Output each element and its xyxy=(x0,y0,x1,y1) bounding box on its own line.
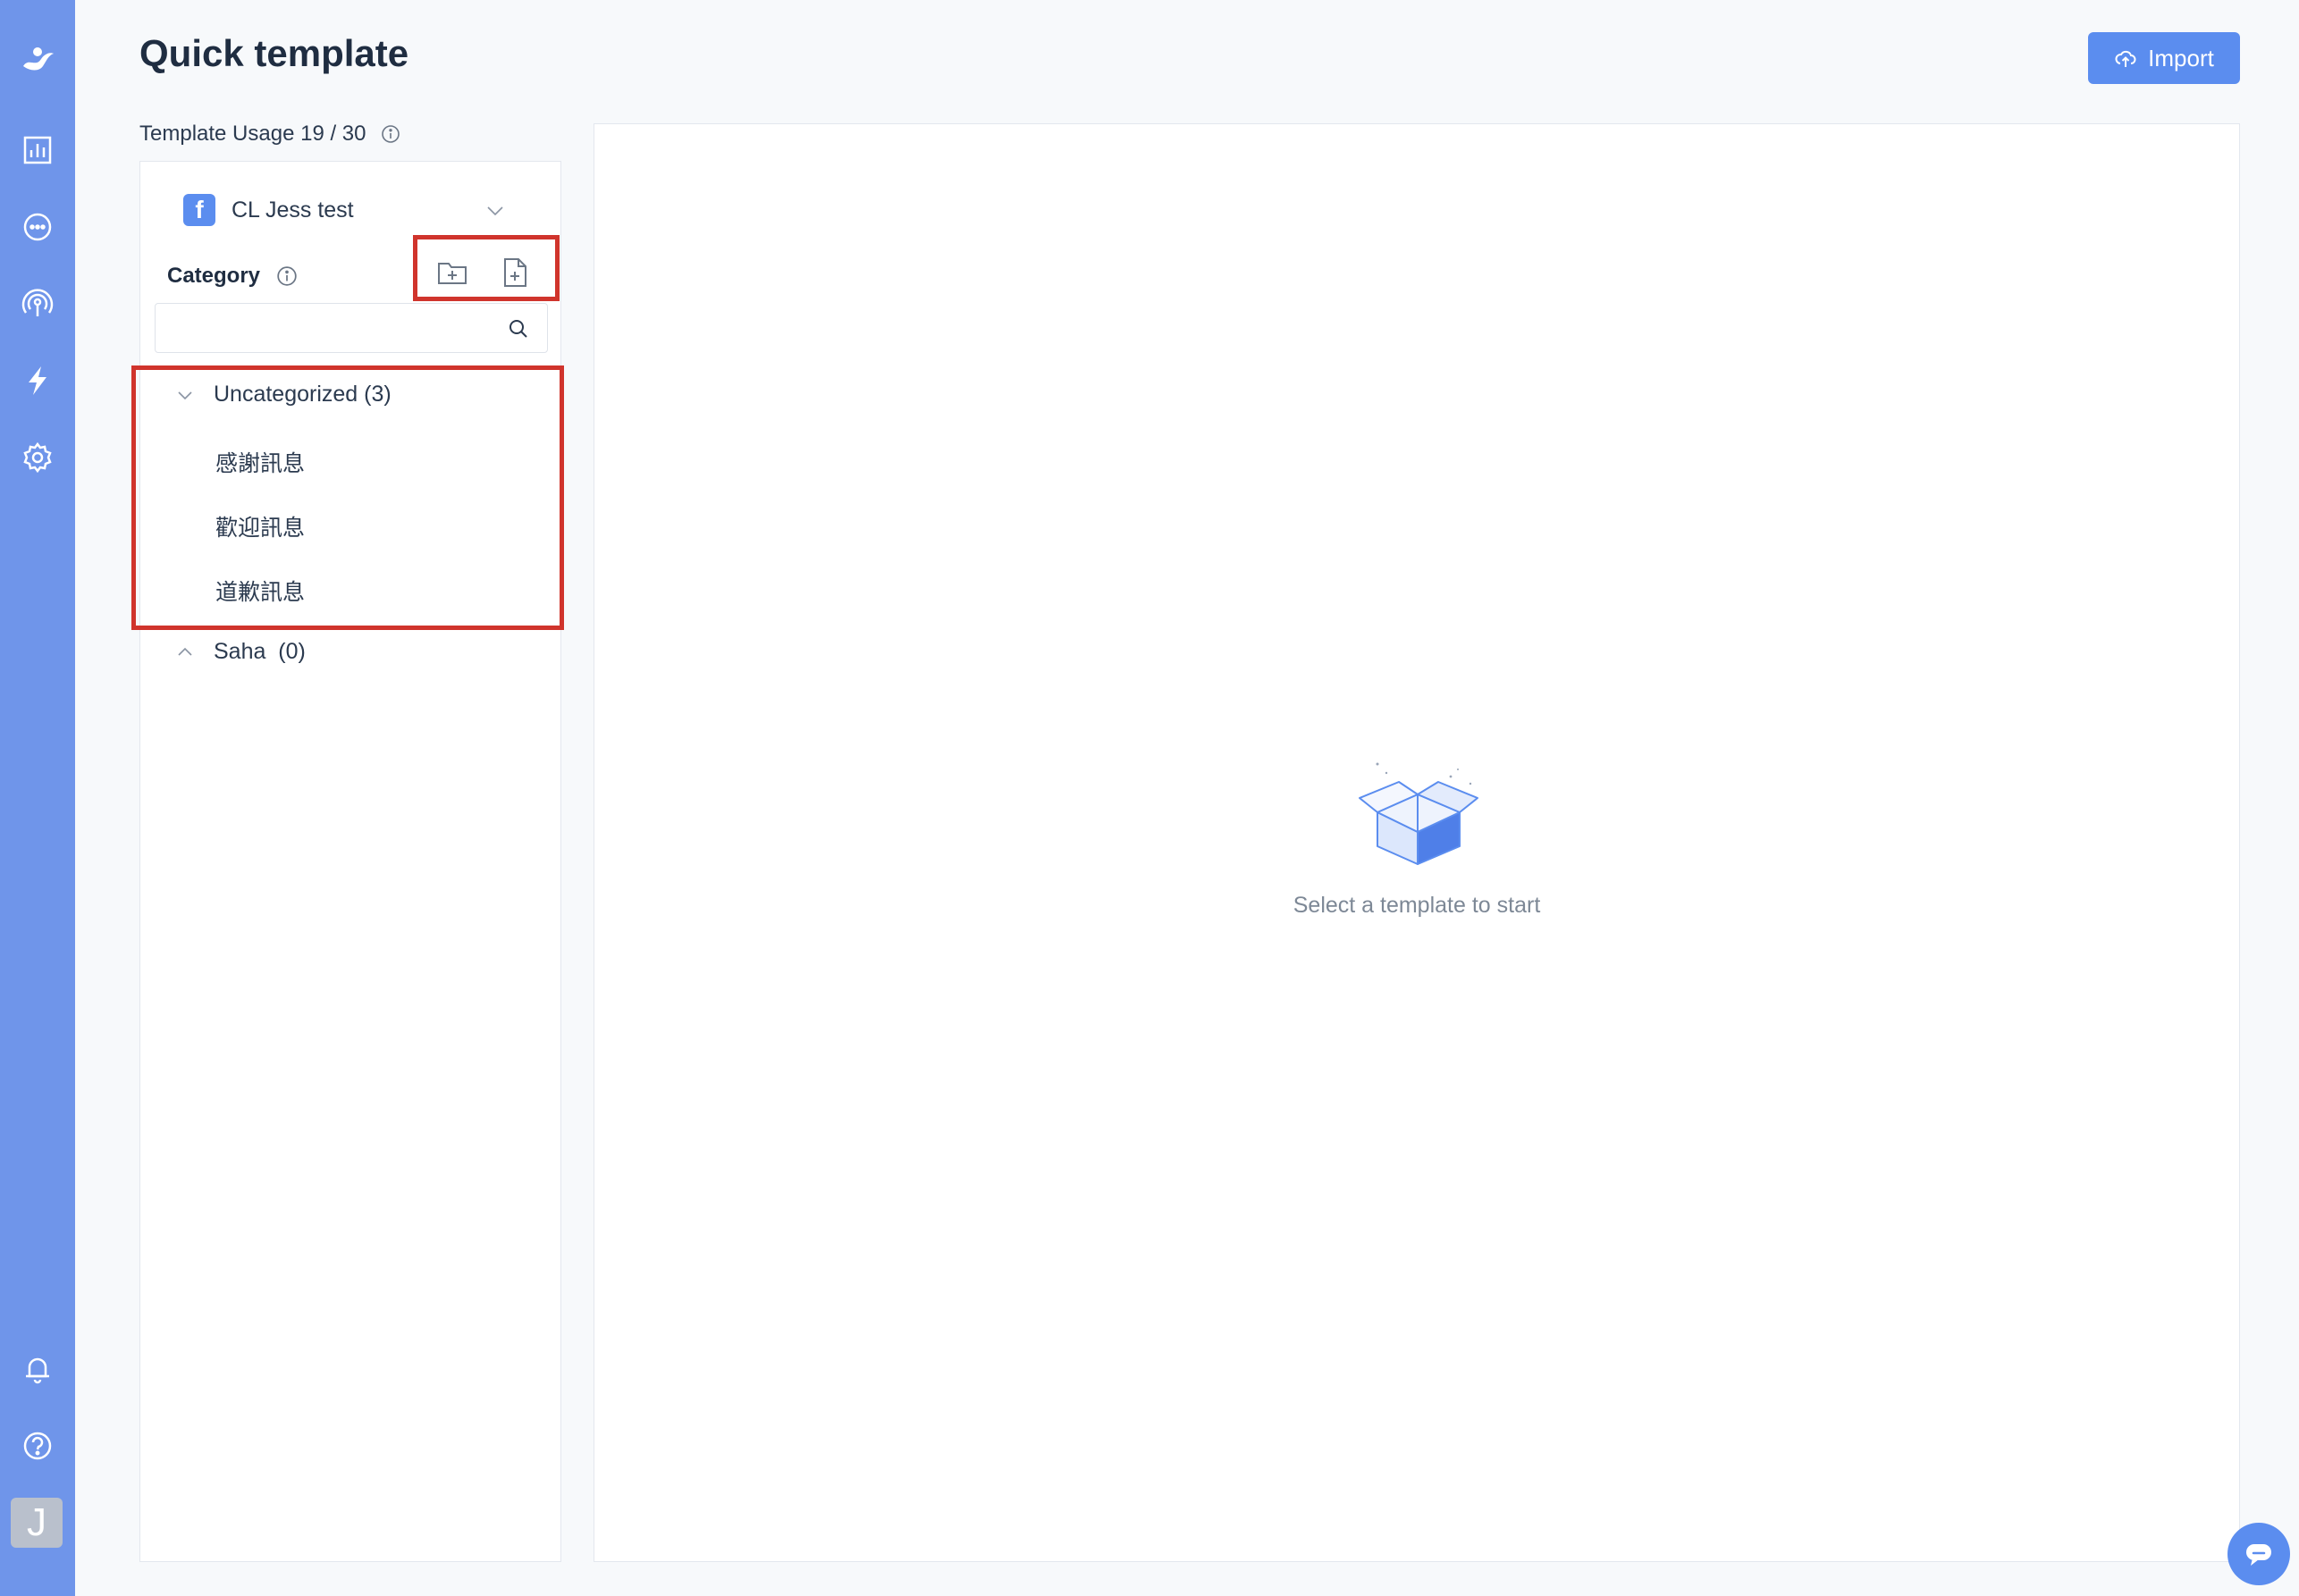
facebook-icon: f xyxy=(183,194,215,226)
highlight-box-actions xyxy=(413,235,560,301)
info-icon[interactable] xyxy=(276,265,298,287)
left-nav: J xyxy=(0,0,75,1596)
import-button[interactable]: Import xyxy=(2088,32,2240,84)
cloud-upload-icon xyxy=(2115,50,2136,67)
avatar[interactable]: J xyxy=(11,1498,63,1548)
search-input[interactable] xyxy=(164,311,495,345)
template-item[interactable]: 道歉訊息 xyxy=(215,575,305,607)
analytics-icon[interactable] xyxy=(20,132,55,168)
logo-icon[interactable] xyxy=(20,41,55,77)
group-saha[interactable]: Saha (0) xyxy=(176,639,306,665)
category-panel: f CL Jess test Category Uncategorized (3… xyxy=(131,161,564,1562)
chevron-down-icon xyxy=(487,206,503,216)
group-uncategorized[interactable]: Uncategorized (3) xyxy=(176,382,392,407)
chevron-up-icon xyxy=(178,647,192,656)
help-icon[interactable] xyxy=(20,1428,55,1464)
chevron-down-icon xyxy=(178,391,192,399)
page-title: Quick template xyxy=(139,32,409,74)
template-item[interactable]: 感謝訊息 xyxy=(215,446,305,478)
category-label: Category xyxy=(167,264,261,288)
chat-widget-button[interactable] xyxy=(2227,1523,2290,1585)
group-label: Saha (0) xyxy=(214,639,306,664)
page-selector[interactable]: f CL Jess test xyxy=(183,190,541,230)
settings-icon[interactable] xyxy=(20,440,55,475)
template-usage-text: Template Usage 19 / 30 xyxy=(139,122,366,146)
chat-bubble-icon xyxy=(2246,1544,2271,1566)
lightning-icon[interactable] xyxy=(20,363,55,399)
add-folder-button[interactable] xyxy=(434,254,471,291)
empty-box-illustration xyxy=(1359,762,1478,865)
empty-state-text: Select a template to start xyxy=(1293,893,1541,918)
folder-plus-icon xyxy=(438,263,467,284)
search-icon[interactable] xyxy=(508,318,529,340)
category-search[interactable] xyxy=(155,303,548,353)
import-label: Import xyxy=(2148,44,2214,71)
broadcast-icon[interactable] xyxy=(20,286,55,322)
chat-icon[interactable] xyxy=(20,209,55,245)
template-usage: Template Usage 19 / 30 xyxy=(139,122,400,147)
file-plus-icon xyxy=(504,258,526,287)
template-editor-panel: Select a template to start xyxy=(594,123,2240,1562)
group-label: Uncategorized (3) xyxy=(214,382,392,407)
add-template-button[interactable] xyxy=(496,254,534,291)
template-item[interactable]: 歡迎訊息 xyxy=(215,510,305,542)
bell-icon[interactable] xyxy=(20,1351,55,1387)
info-icon[interactable] xyxy=(381,124,400,144)
page-name: CL Jess test xyxy=(232,197,354,223)
